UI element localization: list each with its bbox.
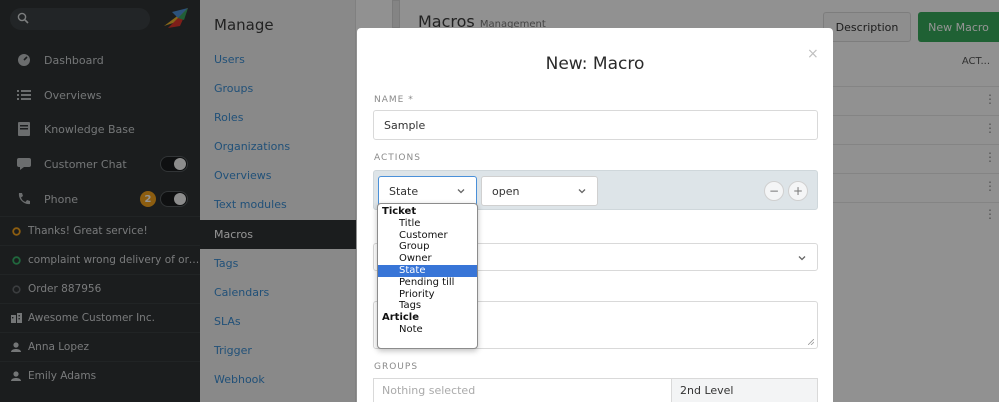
- add-action-button[interactable]: +: [788, 181, 808, 201]
- name-label: NAME *: [374, 95, 414, 105]
- dropdown-option-note[interactable]: Note: [378, 324, 477, 336]
- dropdown-option-group[interactable]: Group: [378, 241, 477, 253]
- dropdown-option-customer[interactable]: Customer: [378, 230, 477, 242]
- name-field[interactable]: Sample: [373, 110, 818, 140]
- dropdown-option-state[interactable]: State: [378, 264, 477, 277]
- chevron-down-icon: [798, 256, 806, 261]
- groups-selected[interactable]: 2nd Level: [671, 379, 817, 402]
- attribute-select[interactable]: State: [378, 176, 477, 206]
- attribute-dropdown: Ticket Title Customer Group Owner State …: [377, 203, 478, 349]
- chevron-down-icon: [457, 189, 465, 194]
- groups-available[interactable]: Nothing selected: [374, 379, 671, 402]
- remove-action-button[interactable]: −: [764, 181, 784, 201]
- attribute-select-value: State: [389, 184, 419, 198]
- chevron-down-icon: [578, 189, 586, 194]
- dropdown-option-tags[interactable]: Tags: [378, 300, 477, 312]
- modal-title: New: Macro: [545, 54, 645, 74]
- value-select[interactable]: open: [481, 176, 598, 206]
- dropdown-option-pending-till[interactable]: Pending till: [378, 277, 477, 289]
- value-select-value: open: [492, 184, 520, 198]
- groups-label: GROUPS: [374, 362, 419, 372]
- close-icon[interactable]: ×: [807, 46, 819, 62]
- actions-label: ACTIONS: [374, 153, 421, 163]
- groups-selector: Nothing selected 2nd Level: [373, 378, 818, 402]
- dropdown-option-priority[interactable]: Priority: [378, 289, 477, 301]
- dropdown-option-owner[interactable]: Owner: [378, 253, 477, 265]
- resize-handle-icon[interactable]: [808, 339, 814, 345]
- dropdown-group-ticket: Ticket: [382, 206, 417, 217]
- dropdown-option-title[interactable]: Title: [378, 218, 477, 230]
- dropdown-group-article: Article: [382, 312, 420, 324]
